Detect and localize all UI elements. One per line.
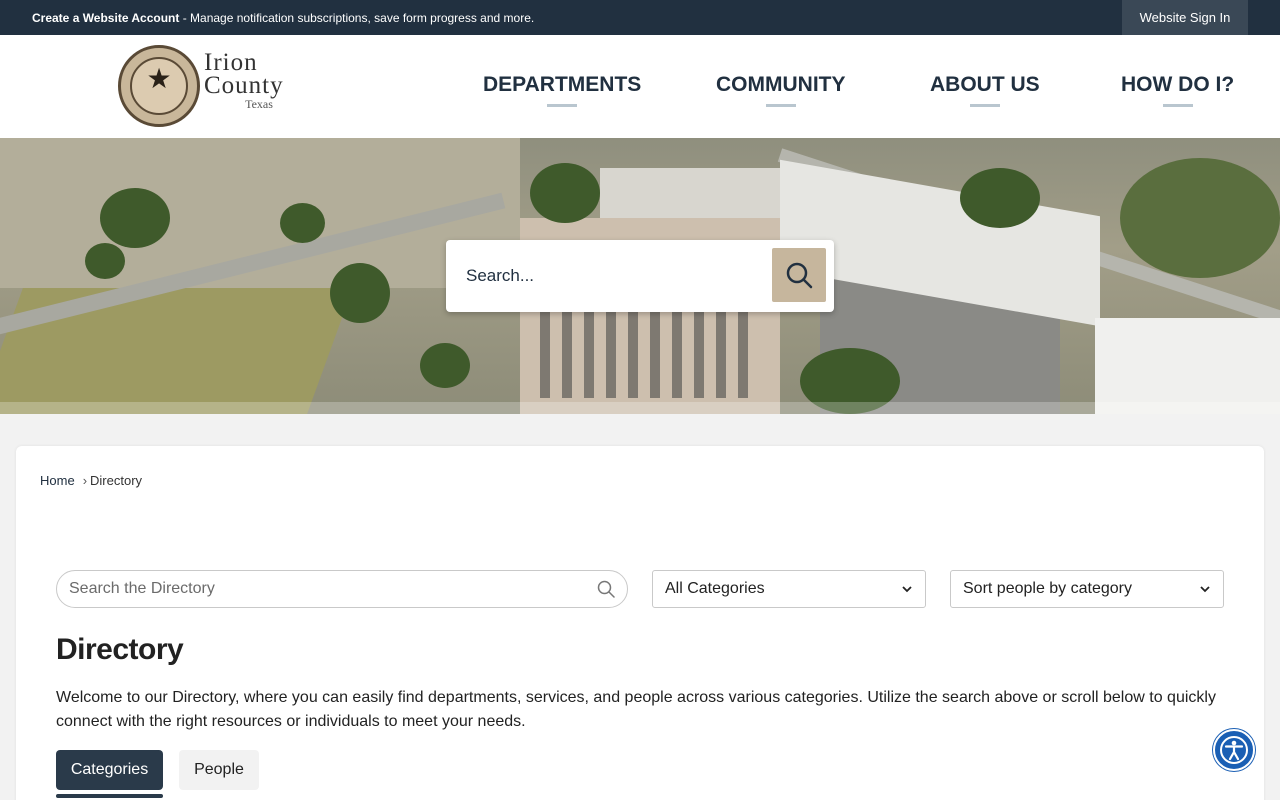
breadcrumb-home-link[interactable]: Home	[40, 473, 75, 488]
directory-search-input[interactable]	[57, 571, 577, 607]
page-title: Directory	[56, 633, 184, 666]
county-logo[interactable]: ★ Irion County Texas	[118, 45, 328, 129]
hero-tree	[85, 243, 125, 279]
accessibility-icon	[1220, 736, 1248, 764]
directory-intro-text: Welcome to our Directory, where you can …	[56, 689, 1216, 730]
create-account-description: - Manage notification subscriptions, sav…	[179, 11, 535, 25]
category-select-value: All Categories	[665, 580, 765, 597]
website-sign-in-button[interactable]: Website Sign In	[1122, 0, 1248, 35]
hero-tree	[530, 163, 600, 223]
hero-tree	[280, 203, 325, 243]
logo-line-county: County	[204, 72, 284, 99]
search-icon	[786, 262, 813, 289]
search-icon[interactable]	[597, 580, 615, 598]
breadcrumb-current: Directory	[90, 473, 143, 488]
accessibility-button[interactable]	[1213, 729, 1255, 771]
sort-select-value: Sort people by category	[963, 580, 1132, 597]
chevron-down-icon	[1200, 586, 1210, 593]
site-search-box	[446, 240, 834, 312]
tab-people[interactable]: People	[179, 750, 259, 790]
star-icon: ★	[146, 63, 172, 94]
hero-tree	[330, 263, 390, 323]
site-search-input[interactable]	[446, 240, 766, 312]
hero-windows	[540, 298, 760, 398]
nav-departments-label: DEPARTMENTS	[483, 73, 642, 96]
hero-tree	[1120, 158, 1280, 278]
site-header: ★ Irion County Texas DEPARTMENTS COMMUNI…	[0, 35, 1280, 138]
nav-how-do-i-label: HOW DO I?	[1121, 73, 1235, 96]
nav-how-do-i[interactable]: HOW DO I?	[1121, 73, 1235, 107]
category-select[interactable]: All Categories	[652, 570, 926, 608]
hero-tree	[100, 188, 170, 248]
chevron-down-icon	[902, 586, 912, 593]
nav-underline	[1162, 104, 1193, 107]
tab-categories[interactable]: Categories	[56, 750, 163, 798]
hero-building	[1095, 318, 1280, 414]
directory-search-field	[56, 570, 628, 608]
logo-line-texas: Texas	[245, 97, 273, 111]
logo-wordmark: Irion County Texas	[204, 50, 314, 111]
nav-underline	[547, 104, 578, 107]
county-seal-icon: ★	[118, 45, 200, 127]
create-account-link[interactable]: Create a Website Account - Manage notifi…	[32, 11, 534, 25]
nav-about-us-label: ABOUT US	[930, 73, 1040, 96]
sort-select[interactable]: Sort people by category	[950, 570, 1224, 608]
nav-about-us[interactable]: ABOUT US	[930, 73, 1040, 107]
nav-community-label: COMMUNITY	[716, 73, 846, 96]
nav-underline	[969, 104, 1000, 107]
create-account-bold[interactable]: Create a Website Account	[32, 11, 179, 25]
hero-tree	[420, 343, 470, 388]
hero-tree	[960, 168, 1040, 228]
directory-content-card: Home›Directory All Categories Sort peopl…	[16, 446, 1264, 800]
breadcrumb-separator: ›	[82, 473, 88, 488]
nav-underline	[765, 104, 796, 107]
site-search-button[interactable]	[772, 248, 826, 302]
hero-bottom-fade	[0, 402, 1280, 414]
nav-community[interactable]: COMMUNITY	[716, 73, 846, 107]
nav-departments[interactable]: DEPARTMENTS	[483, 73, 642, 107]
breadcrumb: Home › Directory	[40, 473, 142, 488]
utility-bar: Create a Website Account - Manage notifi…	[0, 0, 1280, 35]
